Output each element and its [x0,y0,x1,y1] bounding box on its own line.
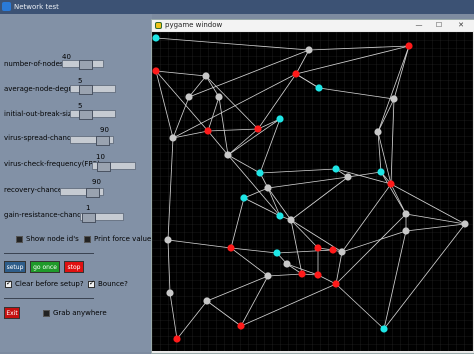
gain-resistance-chance-value: 1 [86,204,91,212]
network-node[interactable] [315,84,323,92]
gain-resistance-chance-slider[interactable] [80,213,124,223]
minimize-icon[interactable]: — [412,20,426,31]
show-node-ids-checkbox[interactable] [16,236,23,243]
network-node[interactable] [292,70,300,78]
initial-out-break-size-slider[interactable] [70,110,116,120]
network-node[interactable] [240,194,248,202]
slider-thumb[interactable] [82,213,96,223]
slider-thumb[interactable] [96,136,110,146]
network-node[interactable] [152,34,160,42]
recovery-chance-value: 90 [92,178,101,186]
recovery-chance-label: recovery-chance [4,186,63,194]
network-node[interactable] [254,125,262,133]
network-node[interactable] [402,227,410,235]
network-node[interactable] [169,134,177,142]
virus-check-frequency-label: virus-check-frequency(FPS) [4,160,100,168]
grab-anywhere-label: Grab anywhere [53,309,107,317]
network-node[interactable] [173,335,181,343]
network-node[interactable] [215,93,223,101]
network-node[interactable] [332,165,340,173]
pygame-window: pygame window — ☐ ✕ [151,19,474,354]
virus-spread-chance-slider[interactable] [70,136,114,146]
network-node[interactable] [314,271,322,279]
initial-out-break-size-label: initial-out-break-size [4,110,76,118]
network-node[interactable] [374,128,382,136]
network-node[interactable] [305,46,313,54]
network-node[interactable] [344,173,352,181]
slider-thumb[interactable] [79,110,93,120]
network-node[interactable] [237,322,245,330]
app-titlebar: Network test [0,0,474,14]
network-node[interactable] [227,244,235,252]
divider [4,298,94,299]
network-node[interactable] [203,297,211,305]
canvas-grid [152,32,473,351]
network-node[interactable] [185,93,193,101]
network-node[interactable] [276,212,284,220]
number-of-nodes-slider[interactable] [62,60,104,70]
clear-before-setup-label: Clear before setup? [15,280,84,288]
window-title: Network test [14,3,59,11]
app-icon [2,2,11,11]
network-node[interactable] [380,325,388,333]
slider-thumb[interactable] [97,162,111,172]
network-node[interactable] [264,184,272,192]
show-node-ids-label: Show node id's [26,235,79,243]
network-node[interactable] [287,216,295,224]
network-node[interactable] [461,220,469,228]
average-node-degree-label: average-node-degree [4,85,80,93]
number-of-nodes-label: number-of-nodes [4,60,64,68]
grab-anywhere-checkbox[interactable] [43,310,50,317]
network-node[interactable] [390,95,398,103]
network-node[interactable] [387,180,395,188]
network-node[interactable] [202,72,210,80]
slider-thumb[interactable] [79,60,93,70]
network-node[interactable] [332,280,340,288]
network-node[interactable] [338,248,346,256]
virus-check-frequency-slider[interactable] [92,162,136,172]
print-force-values-checkbox[interactable] [84,236,91,243]
maximize-icon[interactable]: ☐ [432,20,446,31]
network-node[interactable] [314,244,322,252]
network-node[interactable] [405,42,413,50]
network-node[interactable] [152,67,160,75]
network-node[interactable] [276,115,284,123]
network-node[interactable] [264,272,272,280]
stop-button[interactable]: stop [64,261,84,273]
network-node[interactable] [164,236,172,244]
divider [4,253,94,254]
network-node[interactable] [402,210,410,218]
control-panel: 40 number-of-nodes 5 average-node-degree… [0,14,155,352]
network-node[interactable] [377,168,385,176]
slider-thumb[interactable] [86,188,100,198]
network-node[interactable] [256,169,264,177]
bounce-checkbox[interactable] [88,279,95,288]
clear-before-setup-checkbox[interactable] [5,279,12,288]
network-node[interactable] [283,260,291,268]
pygame-icon [155,22,162,29]
virus-spread-chance-label: virus-spread-chance [4,134,76,142]
virus-spread-chance-value: 90 [100,126,109,134]
slider-thumb[interactable] [79,85,93,95]
bounce-label: Bounce? [98,280,128,288]
network-node[interactable] [204,127,212,135]
network-node[interactable] [224,151,232,159]
network-node[interactable] [166,289,174,297]
setup-button[interactable]: setup [4,261,26,273]
pygame-window-title: pygame window [165,21,223,29]
recovery-chance-slider[interactable] [60,188,104,198]
close-icon[interactable]: ✕ [454,20,468,31]
go-once-button[interactable]: go once [30,261,60,273]
exit-button[interactable]: Exit [4,307,20,319]
network-canvas[interactable] [152,32,473,351]
network-node[interactable] [273,249,281,257]
pygame-titlebar[interactable]: pygame window — ☐ ✕ [152,20,474,31]
network-node[interactable] [329,246,337,254]
print-force-values-label: Print force values [94,235,155,243]
average-node-degree-slider[interactable] [70,85,116,95]
gain-resistance-chance-label: gain-resistance-chance [4,211,86,219]
network-node[interactable] [298,270,306,278]
